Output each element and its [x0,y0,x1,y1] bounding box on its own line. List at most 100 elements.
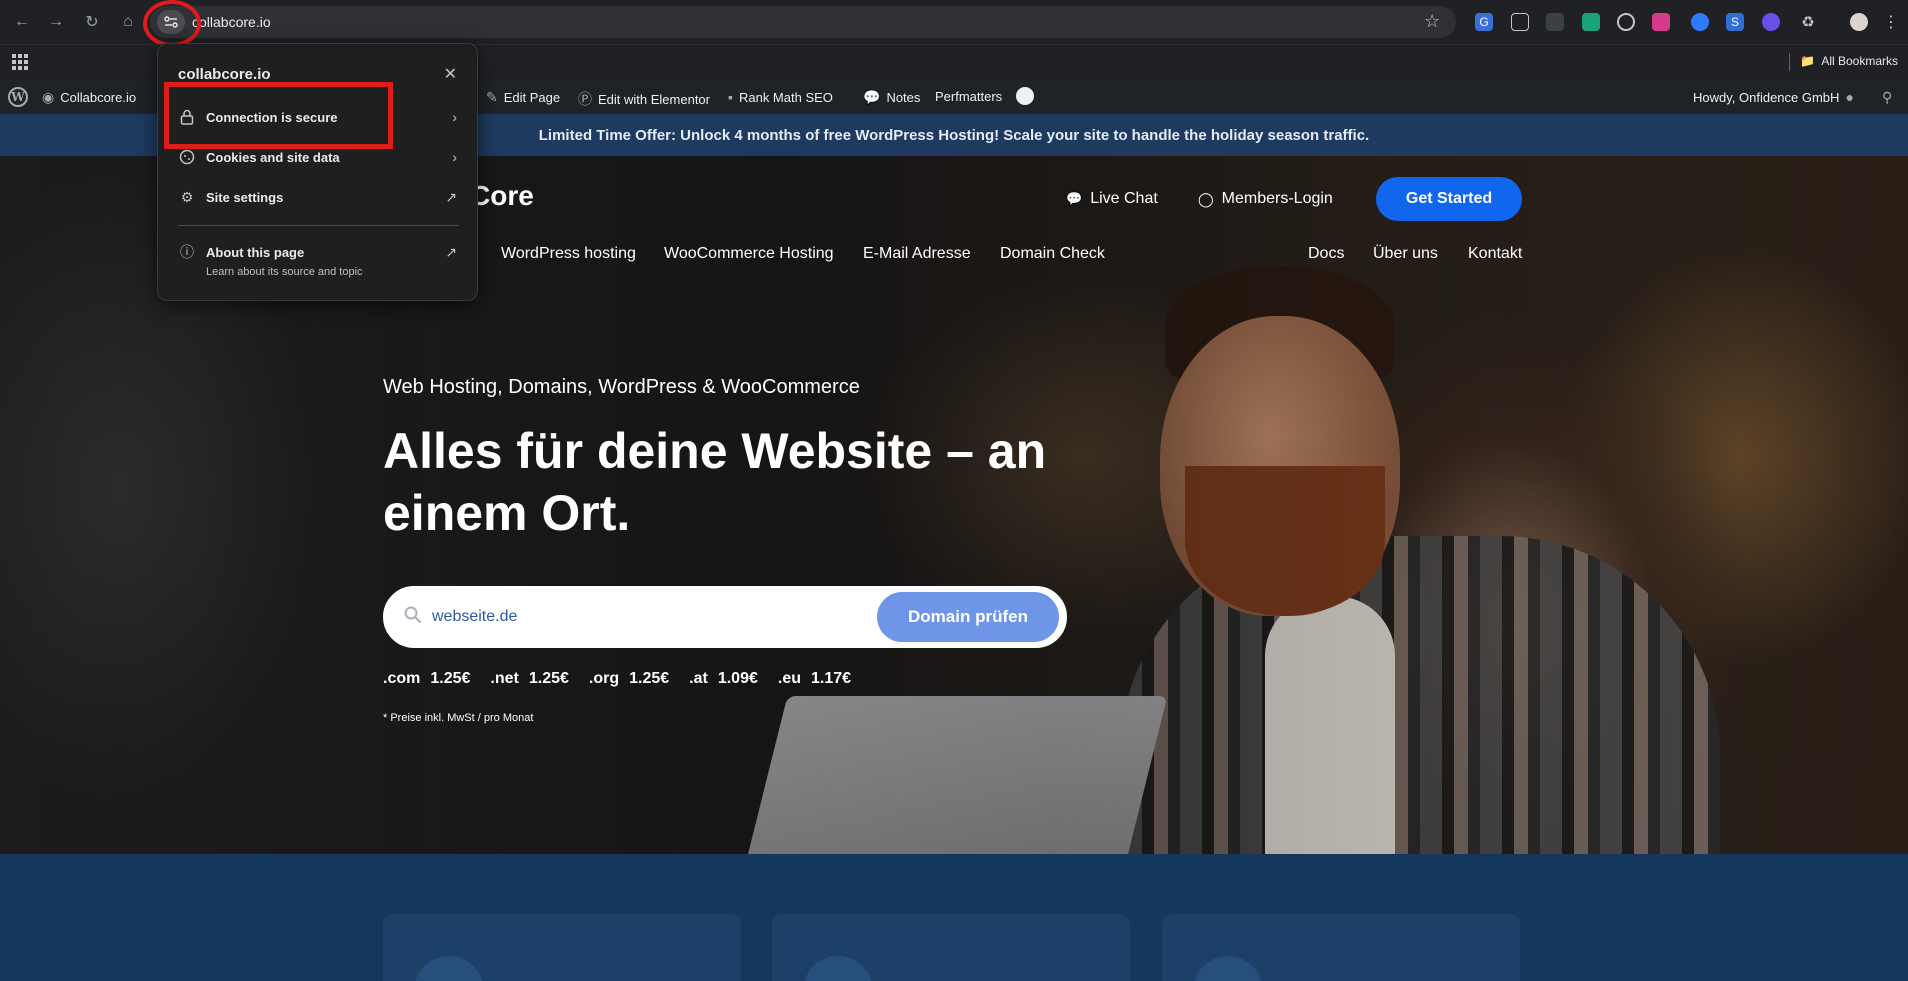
extension-icon[interactable] [1762,13,1780,31]
site-logo[interactable]: Core [470,180,534,212]
cookie-icon [178,148,196,166]
user-outline-icon: ◯ [1198,190,1214,207]
get-started-button[interactable]: Get Started [1376,177,1522,221]
wp-perfmatters-label: Perfmatters [935,89,1003,104]
wp-search-icon[interactable]: ⚲ [1882,89,1892,106]
members-login-link[interactable]: ◯ Members-Login [1198,190,1333,208]
image-extension-icon[interactable] [1511,13,1529,31]
cookies-label: Cookies and site data [206,149,340,165]
emoji-icon[interactable] [1016,87,1034,105]
elementor-icon: Ⓟ [578,91,592,107]
nav-woocommerce-hosting[interactable]: WooCommerce Hosting [664,245,834,263]
nav-kontakt[interactable]: Kontakt [1468,245,1522,263]
gear-icon: ⚙ [180,188,194,205]
live-chat-label: Live Chat [1090,190,1158,207]
nav-docs[interactable]: Docs [1308,245,1344,263]
about-page-subtitle: Learn about its source and topic [206,266,363,278]
wp-perfmatters[interactable]: Perfmatters [935,89,1002,104]
price-note: * Preise inkl. MwSt / pro Monat [383,712,534,724]
chevron-right-icon: › [452,109,457,125]
extension-icon[interactable] [1617,13,1635,31]
speech-bubble-icon: 💬 [863,89,881,105]
tld-price: 1.25€ [629,670,670,687]
nav-wordpress-hosting[interactable]: WordPress hosting [501,245,636,263]
chat-bubble-icon: 💬 [1066,191,1083,206]
highlight-circle [143,0,201,47]
hero-title: Alles für deine Website – an einem Ort. [383,423,1047,541]
search-icon [404,606,422,624]
tld-ext: .eu [777,670,801,687]
extensions-puzzle-icon[interactable]: ♻ [1799,13,1817,31]
tld-price-list: .com 1.25€ .net 1.25€ .org 1.25€ .at 1.09€ .… [383,670,851,688]
members-login-label: Members-Login [1221,190,1333,207]
wp-site-name[interactable]: ◉ Collabcore.io [42,89,136,106]
wp-site-name-label: Collabcore.io [60,90,137,105]
pencil-icon: ✎ [486,89,498,105]
close-icon[interactable]: ✕ [444,64,457,84]
popup-title: collabcore.io [178,66,271,83]
home-icon[interactable]: ⌂ [116,10,140,34]
wp-notes[interactable]: 💬 Notes [863,89,920,106]
tld-price-item: .at 1.09€ [689,670,758,688]
dashboard-icon: ◉ [42,89,55,105]
tld-price: 1.09€ [717,670,758,687]
about-page-label: About this page [206,244,305,260]
highlight-rectangle [164,82,393,149]
rank-math-icon: ▪ [728,89,733,105]
menu-dots-icon[interactable]: ⋮ [1882,13,1900,31]
profile-avatar[interactable] [1850,13,1868,31]
info-icon: ⓘ [180,244,194,260]
wp-howdy[interactable]: Howdy, Onfidence GmbH ● [1693,89,1854,105]
back-arrow-icon[interactable]: ← [10,10,34,34]
bookmark-star-icon[interactable]: ☆ [1424,11,1440,32]
tld-price-item: .com 1.25€ [383,670,470,688]
all-bookmarks-label: All Bookmarks [1821,54,1898,68]
apps-grid-icon[interactable] [12,54,28,70]
translate-extension-icon[interactable]: G [1475,13,1493,31]
extension-icon[interactable] [1652,13,1670,31]
tld-ext: .at [689,670,708,687]
tld-price: 1.17€ [811,670,852,687]
wp-edit-page[interactable]: ✎ Edit Page [486,89,560,106]
tld-ext: .com [383,670,421,687]
domain-search-input[interactable] [432,604,852,630]
tld-price-item: .org 1.25€ [589,670,669,688]
wp-edit-elementor-label: Edit with Elementor [598,91,710,107]
tld-ext: .net [490,670,519,687]
tld-price-item: .eu 1.17€ [778,670,851,688]
extension-icon[interactable] [1582,13,1600,31]
extension-icon[interactable] [1546,13,1564,31]
wp-howdy-label: Howdy, Onfidence GmbH [1693,89,1840,105]
wp-edit-page-label: Edit Page [503,90,561,105]
domain-check-button[interactable]: Domain prüfen [877,592,1059,642]
wp-rank-math-label: Rank Math SEO [738,89,833,105]
wordpress-logo-icon[interactable]: W [8,87,28,107]
site-settings-row[interactable]: ⚙ Site settings ↗ [158,179,479,215]
forward-arrow-icon[interactable]: → [44,10,68,34]
tld-price: 1.25€ [528,670,569,687]
extension-icon[interactable]: S [1726,13,1744,31]
nav-email-adresse[interactable]: E-Mail Adresse [863,245,971,263]
hero-subtitle: Web Hosting, Domains, WordPress & WooCom… [383,376,860,398]
nav-ueber-uns[interactable]: Über uns [1373,245,1438,263]
tld-ext: .org [588,670,620,687]
external-link-icon: ↗ [445,243,457,260]
site-settings-label: Site settings [206,189,284,205]
nav-domain-check[interactable]: Domain Check [1000,245,1105,263]
external-link-icon: ↗ [445,188,457,205]
bookmarks-divider [1789,53,1790,71]
extension-icon[interactable] [1691,13,1709,31]
browser-toolbar: ← → ↻ ⌂ collabcore.io ☆ G S ♻ ⋮ [0,0,1908,44]
all-bookmarks-button[interactable]: 📁 All Bookmarks [1800,54,1898,68]
reload-icon[interactable]: ↻ [80,10,104,34]
wp-edit-elementor[interactable]: Ⓟ Edit with Elementor [578,89,710,109]
live-chat-link[interactable]: 💬 Live Chat [1066,190,1158,208]
url-text[interactable]: collabcore.io [192,14,271,30]
address-bar[interactable] [150,6,1456,38]
tld-price: 1.25€ [430,670,471,687]
wp-rank-math[interactable]: ▪ Rank Math SEO [728,89,833,105]
wp-notes-label: Notes [886,90,921,105]
popup-divider [178,225,459,226]
about-page-row[interactable]: ⓘ About this page ↗ [158,234,479,270]
chevron-right-icon: › [452,149,457,165]
